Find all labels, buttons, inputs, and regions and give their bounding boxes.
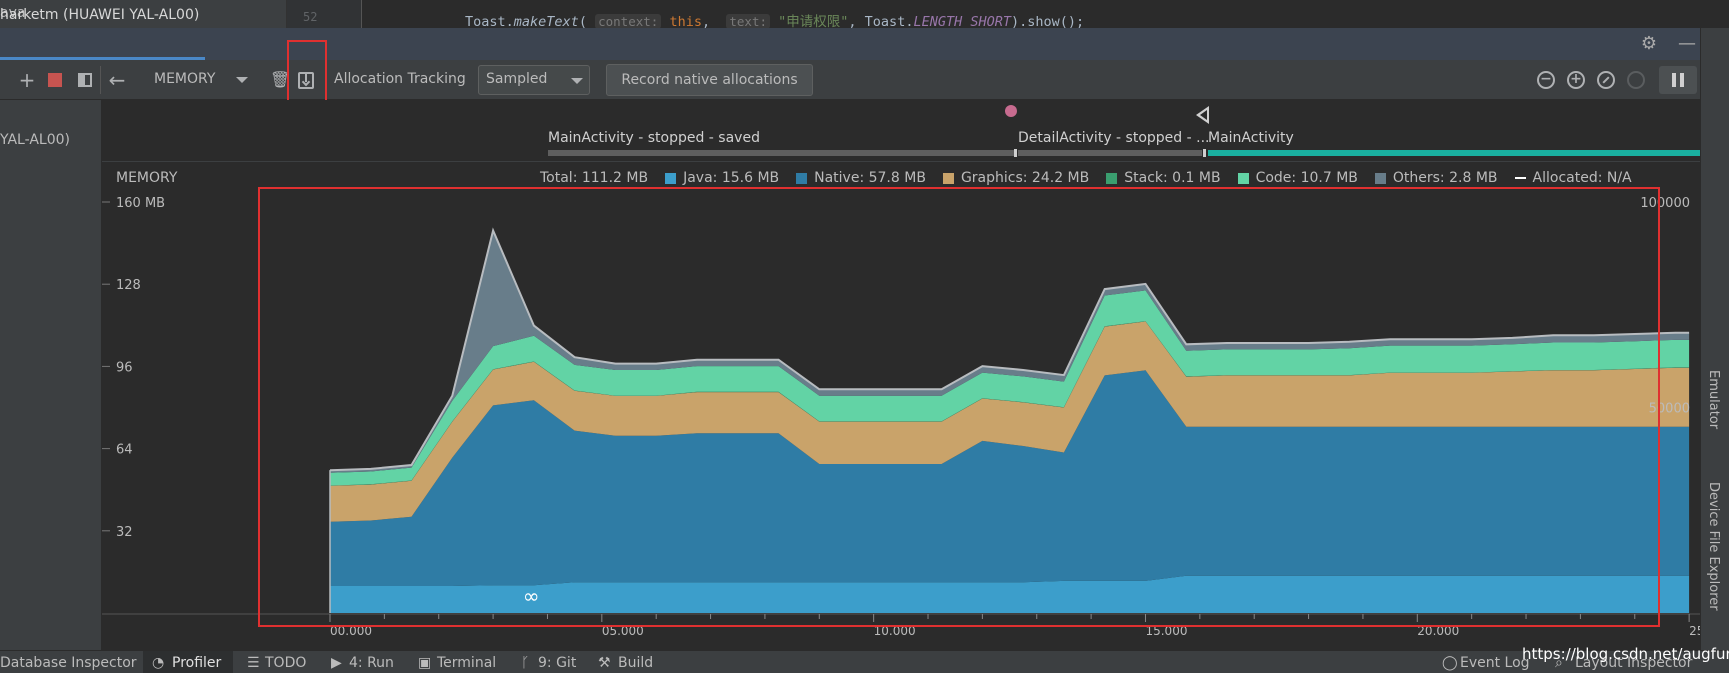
chart-highlight-box — [258, 187, 1660, 627]
allocation-tracking-select[interactable]: Sampled — [478, 65, 590, 95]
legend-swatch-allocated — [1514, 176, 1526, 180]
legend-code: Code: 10.7 MB — [1237, 170, 1358, 186]
legend-allocated: Allocated: N/A — [1514, 170, 1632, 186]
monitor-select[interactable]: MEMORY — [154, 71, 215, 87]
run-tab[interactable]: 4: Run — [349, 655, 394, 671]
legend-swatch-stack — [1106, 172, 1118, 184]
session-item[interactable]: YAL-AL00) — [0, 132, 70, 148]
y-tick-label: 160 MB — [116, 196, 165, 211]
event-log-tab[interactable]: Event Log — [1460, 655, 1530, 671]
legend-others-text: Others: 2.8 MB — [1392, 170, 1498, 186]
activity-bar-active[interactable] — [1208, 150, 1700, 156]
toggle-sessions-panel-icon[interactable] — [78, 73, 92, 87]
back-event-icon-inner — [1200, 110, 1207, 120]
zoom-in-icon[interactable]: + — [1567, 71, 1585, 89]
legend-swatch-native — [796, 172, 808, 184]
y-tick-label: 96 — [116, 360, 133, 375]
param-hint-context: context: — [595, 14, 662, 29]
activity-boundary — [1203, 149, 1206, 157]
profiler-toolbar: + ← MEMORY 🗑 Allocation Tracking Sampled… — [0, 60, 1700, 100]
terminal-icon: ▣ — [418, 655, 432, 671]
activity-label: MainActivity — [1208, 130, 1294, 146]
sessions-panel: YAL-AL00) — [0, 100, 102, 650]
emulator-tool-button[interactable]: Emulator — [1706, 370, 1721, 429]
chevron-down-icon[interactable] — [236, 77, 248, 83]
database-inspector-tab[interactable]: Database Inspector — [0, 655, 137, 671]
memory-label: MEMORY — [116, 170, 178, 186]
legend-stack: Stack: 0.1 MB — [1106, 170, 1221, 186]
profiler-tab[interactable]: Profiler — [172, 655, 221, 671]
device-file-explorer-tool-button[interactable]: Device File Explorer — [1706, 482, 1721, 611]
hammer-icon: ⚒ — [598, 655, 611, 671]
todo-tab[interactable]: TODO — [265, 655, 306, 671]
stop-session-icon[interactable] — [48, 73, 62, 87]
legend-swatch-java — [665, 172, 677, 184]
chevron-down-icon — [571, 78, 583, 84]
memory-legend: Total: 111.2 MB Java: 15.6 MB Native: 57… — [540, 170, 1649, 186]
legend-graphics: Graphics: 24.2 MB — [942, 170, 1090, 186]
list-icon: ☰ — [247, 655, 260, 671]
terminal-tab[interactable]: Terminal — [437, 655, 496, 671]
param-hint-text: text: — [726, 14, 771, 29]
legend-swatch-graphics — [942, 172, 954, 184]
legend-java: Java: 15.6 MB — [665, 170, 779, 186]
legend-total: Total: 111.2 MB — [540, 170, 648, 186]
back-arrow-icon[interactable]: ← — [105, 68, 129, 92]
activity-label: MainActivity - stopped - saved — [548, 130, 760, 146]
legend-allocated-text: Allocated: N/A — [1532, 170, 1632, 186]
legend-swatch-others — [1374, 172, 1386, 184]
toolbar-divider — [100, 66, 101, 94]
editor-gutter — [287, 0, 362, 28]
y-tick-label: 128 — [116, 278, 141, 293]
add-session-icon[interactable]: + — [16, 68, 38, 92]
legend-java-text: Java: 15.6 MB — [683, 170, 780, 186]
event-log-icon: ◯ — [1442, 655, 1458, 671]
line-number: 52 — [303, 10, 318, 24]
code-line[interactable]: Toast.makeText( context: this, text: "申请… — [465, 10, 1084, 30]
build-tab[interactable]: Build — [618, 655, 653, 671]
pause-icon[interactable] — [1659, 66, 1697, 94]
activity-label: DetailActivity - stopped - ... — [1018, 130, 1210, 146]
y-tick-label: 64 — [116, 443, 133, 458]
activity-bar[interactable] — [548, 150, 1014, 156]
attach-to-live-icon — [1627, 71, 1645, 89]
record-native-allocations-button[interactable]: Record native allocations — [606, 64, 813, 96]
profiler-gauge-icon: ◔ — [152, 655, 165, 671]
profiler-tool-window-header — [0, 28, 1700, 60]
zoom-out-icon[interactable]: − — [1537, 71, 1555, 89]
legend-code-text: Code: 10.7 MB — [1255, 170, 1358, 186]
x-tick-label: 25.000 — [1689, 624, 1700, 638]
touch-event-dot[interactable] — [1005, 105, 1017, 117]
activity-bar[interactable] — [1018, 150, 1202, 156]
legend-native: Native: 57.8 MB — [796, 170, 926, 186]
git-branch-icon: ᚴ — [521, 655, 530, 671]
git-tab[interactable]: 9: Git — [538, 655, 576, 671]
play-icon: ▶ — [331, 655, 342, 671]
allocation-tracking-label: Allocation Tracking — [334, 71, 466, 87]
gear-icon[interactable]: ⚙ — [1638, 33, 1660, 55]
profiler-tab-title[interactable]: harketm (HUAWEI YAL-AL00) — [0, 7, 199, 23]
reset-zoom-icon[interactable] — [1597, 71, 1615, 89]
legend-total-text: Total: 111.2 MB — [540, 170, 649, 186]
y-tick-label: 32 — [116, 525, 133, 540]
legend-graphics-text: Graphics: 24.2 MB — [960, 170, 1090, 186]
legend-native-text: Native: 57.8 MB — [814, 170, 926, 186]
heap-dump-highlight-box — [287, 40, 327, 102]
activity-boundary — [1014, 149, 1017, 157]
minimize-icon[interactable]: — — [1676, 33, 1698, 55]
legend-others: Others: 2.8 MB — [1374, 170, 1498, 186]
legend-stack-text: Stack: 0.1 MB — [1124, 170, 1221, 186]
allocation-tracking-value: Sampled — [486, 71, 548, 87]
legend-swatch-code — [1237, 172, 1249, 184]
watermark-text: https://blog.csdn.net/augfun — [1522, 645, 1729, 663]
